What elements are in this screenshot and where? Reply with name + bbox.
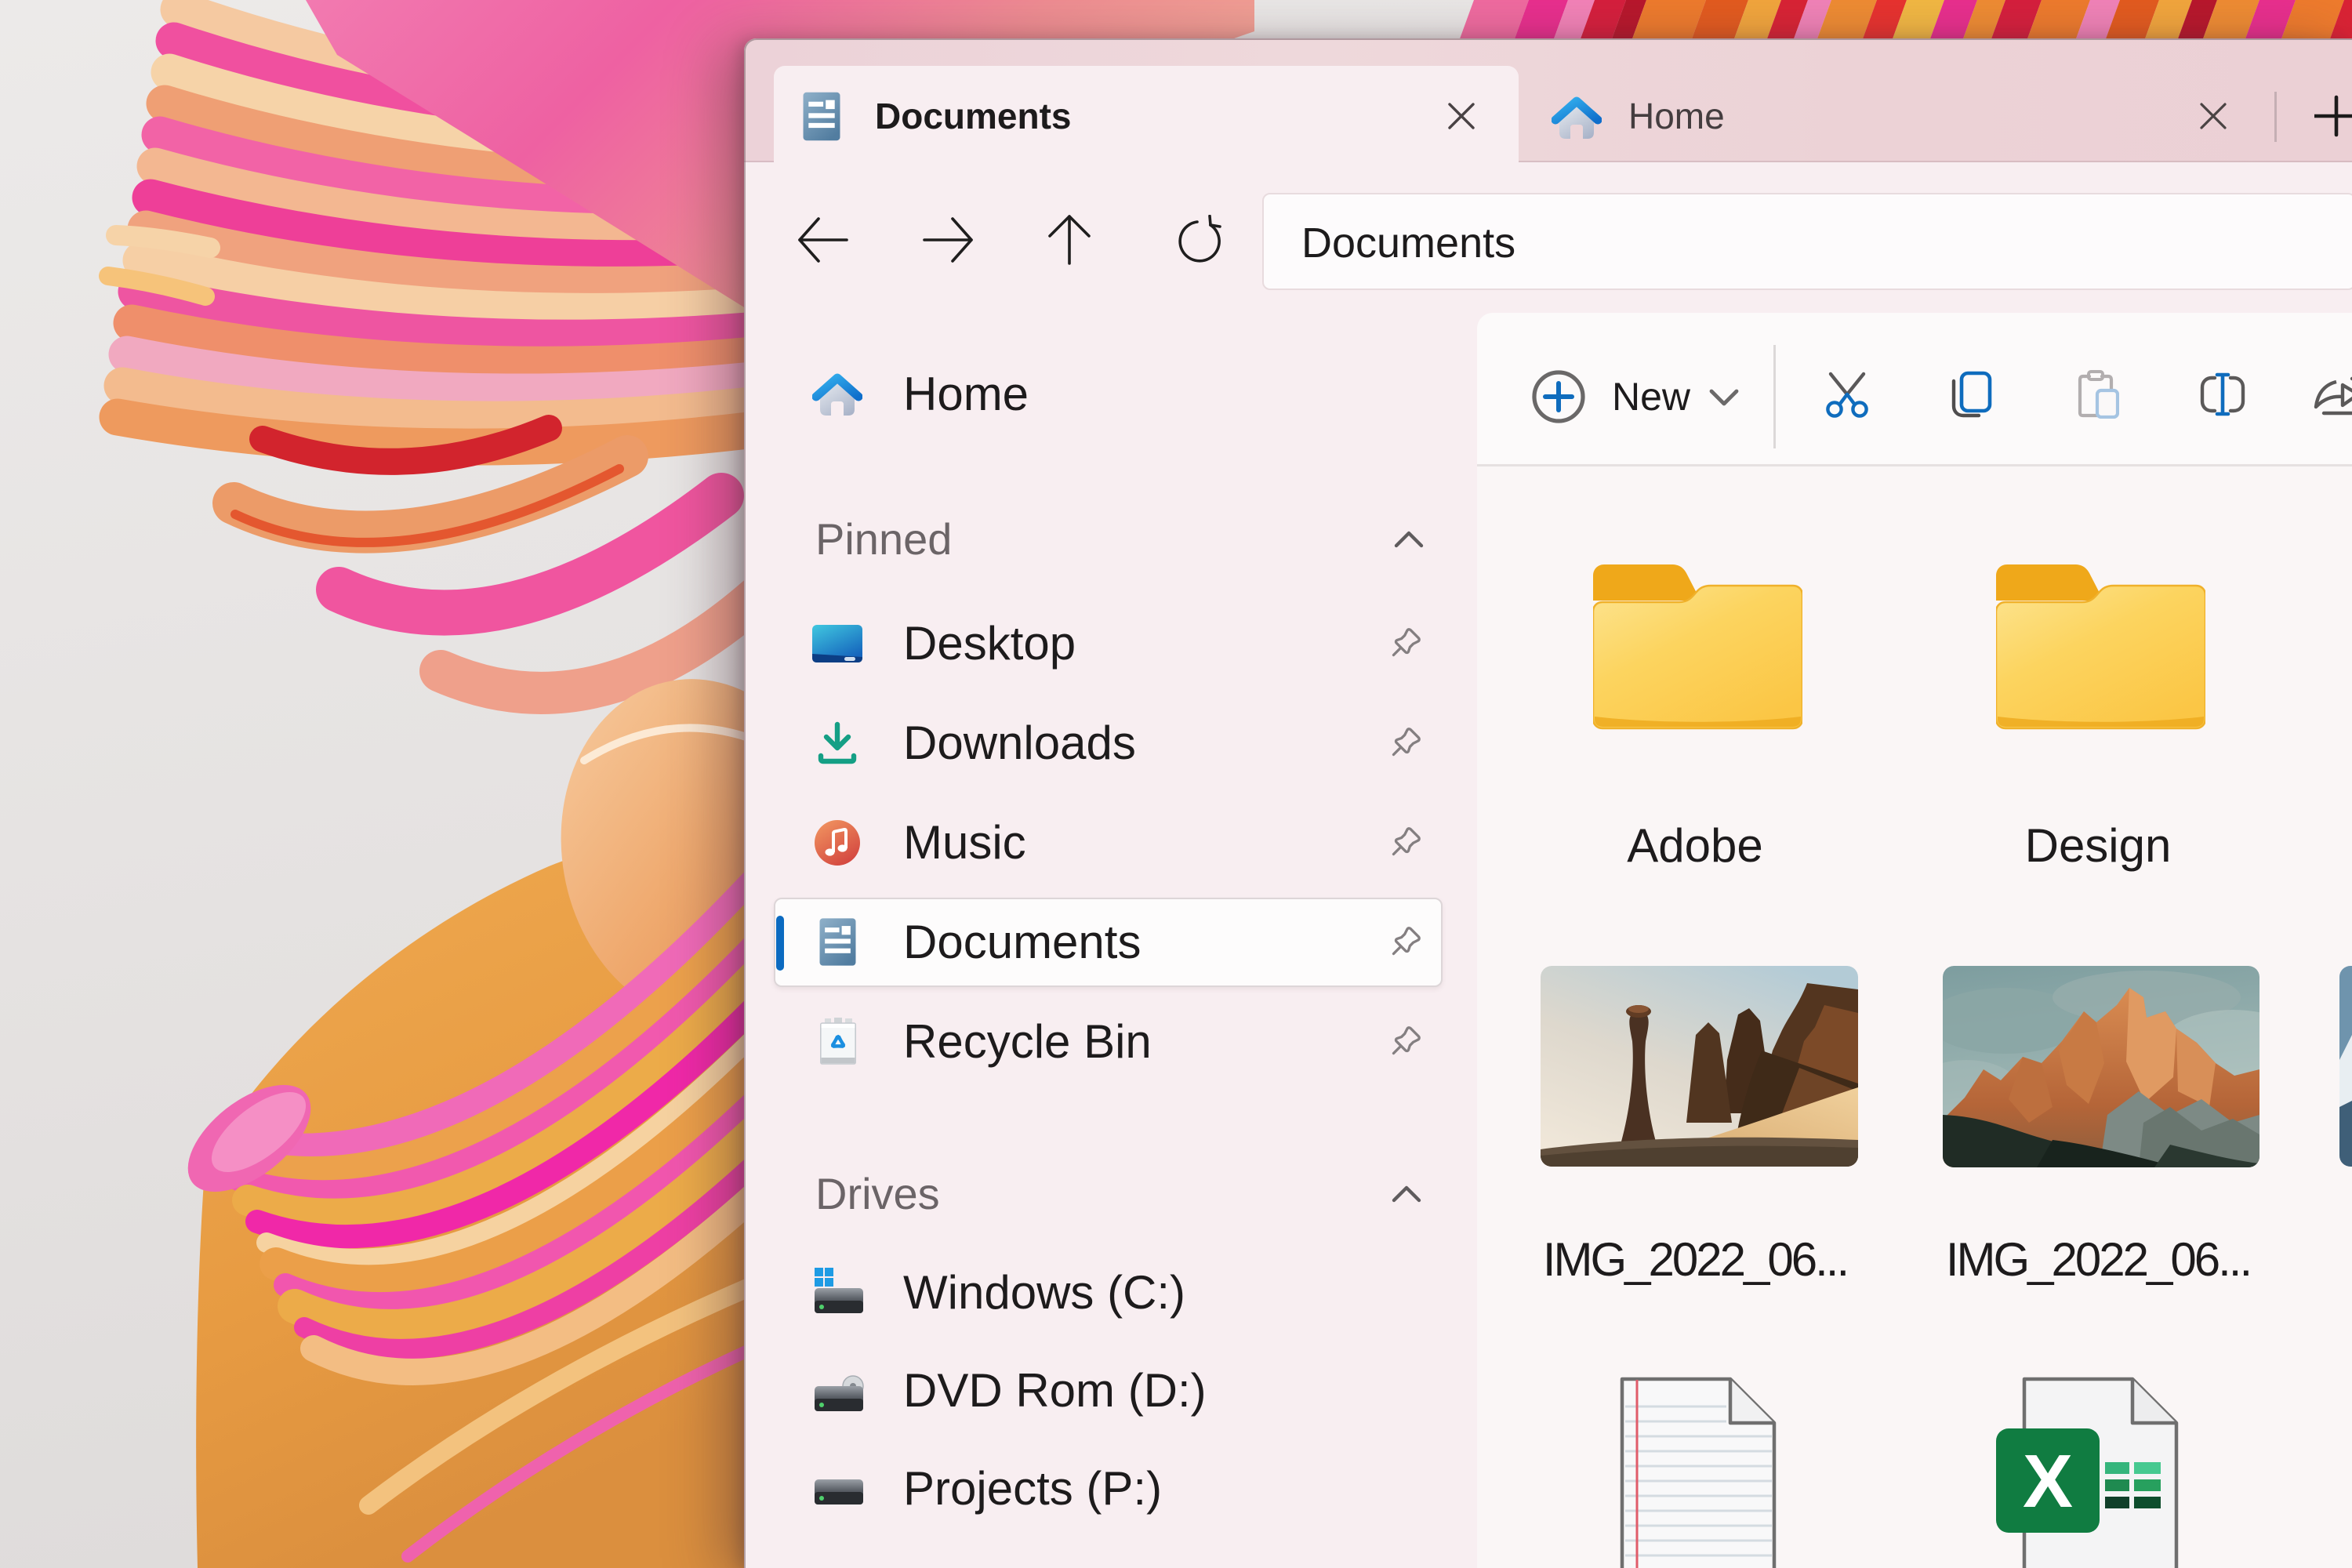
svg-text:X: X <box>2023 1439 2073 1523</box>
